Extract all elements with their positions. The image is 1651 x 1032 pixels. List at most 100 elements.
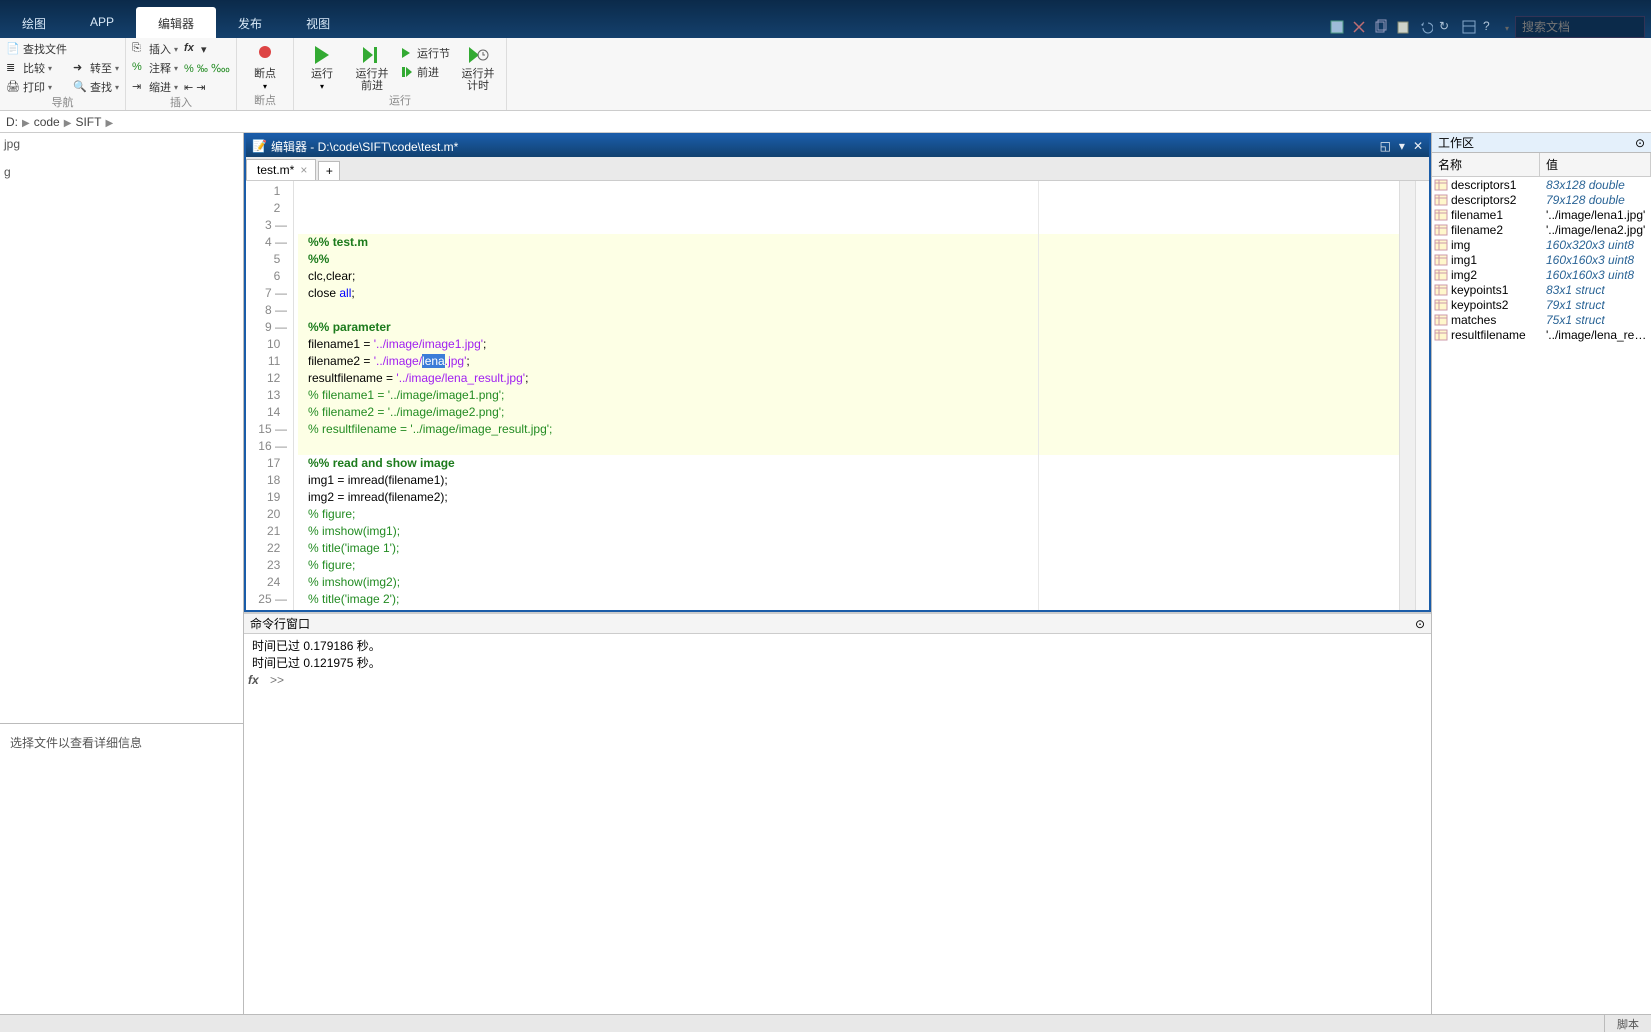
run-group-label: 运行 bbox=[300, 94, 500, 110]
breadcrumb-seg[interactable]: code bbox=[34, 115, 60, 129]
code-line[interactable]: % title('image 1'); bbox=[298, 540, 1399, 557]
tab-编辑器[interactable]: 编辑器 bbox=[136, 7, 216, 38]
workspace-row[interactable]: img1160x160x3 uint8 bbox=[1432, 252, 1651, 267]
compare-btn[interactable]: ≣比较 bbox=[6, 59, 67, 77]
close-tab-icon[interactable]: × bbox=[300, 163, 307, 177]
breadcrumb-seg[interactable]: SIFT bbox=[75, 115, 101, 129]
fx-btn[interactable]: fx▾ bbox=[184, 40, 230, 58]
paste-icon[interactable] bbox=[1395, 19, 1411, 35]
code-line[interactable]: resultfilename = '../image/lena_result.j… bbox=[298, 370, 1399, 387]
code-line[interactable]: % imshow(img1); bbox=[298, 523, 1399, 540]
tab-发布[interactable]: 发布 bbox=[216, 7, 284, 38]
breakpoint-btn[interactable]: 断点▾ bbox=[243, 40, 287, 94]
editor-scrollbar[interactable] bbox=[1399, 181, 1415, 610]
cmd-menu-icon[interactable]: ⊙ bbox=[1415, 617, 1425, 631]
breadcrumb-seg[interactable]: D: bbox=[6, 115, 18, 129]
fx-icon[interactable]: fx bbox=[248, 672, 259, 689]
tab-绘图[interactable]: 绘图 bbox=[0, 7, 68, 38]
restore-icon[interactable]: ◱ bbox=[1380, 139, 1391, 153]
variable-icon bbox=[1434, 269, 1448, 281]
print-btn[interactable]: 🖨打印 bbox=[6, 78, 67, 96]
workspace-row[interactable]: keypoints183x1 struct bbox=[1432, 282, 1651, 297]
new-tab-btn[interactable]: + bbox=[318, 161, 340, 180]
comment-btn[interactable]: %注释 bbox=[132, 59, 178, 77]
search-input[interactable] bbox=[1515, 16, 1645, 38]
file-browser[interactable]: jpg g bbox=[0, 133, 243, 724]
find-btn[interactable]: 🔍查找 bbox=[73, 78, 119, 96]
indent-btn[interactable]: ⇥缩进 bbox=[132, 78, 178, 96]
prompt: >> bbox=[270, 673, 284, 687]
code-line[interactable] bbox=[298, 438, 1399, 455]
code-line[interactable]: %% read and show image bbox=[298, 455, 1399, 472]
code-line[interactable]: % figure; bbox=[298, 506, 1399, 523]
workspace-row[interactable]: descriptors183x128 double bbox=[1432, 177, 1651, 192]
cut-icon[interactable] bbox=[1351, 19, 1367, 35]
code-line[interactable]: % filename1 = '../image/image1.png'; bbox=[298, 387, 1399, 404]
run-time-btn[interactable]: 运行并 计时 bbox=[456, 40, 500, 94]
workspace-row[interactable]: resultfilename'../image/lena_resul... bbox=[1432, 327, 1651, 342]
workspace-row[interactable]: keypoints279x1 struct bbox=[1432, 297, 1651, 312]
chevron-right-icon: ▶ bbox=[22, 118, 30, 129]
message-bar[interactable] bbox=[1415, 181, 1429, 610]
code-line[interactable]: close all; bbox=[298, 285, 1399, 302]
chevron-right-icon: ▶ bbox=[105, 118, 113, 129]
code-line[interactable]: % imshow(img2); bbox=[298, 574, 1399, 591]
breadcrumb[interactable]: D:▶code▶SIFT▶ bbox=[0, 111, 1651, 133]
layout-icon[interactable] bbox=[1461, 19, 1477, 35]
editor-icon: 📝 bbox=[252, 139, 267, 153]
code-line[interactable]: % filename2 = '../image/image2.png'; bbox=[298, 404, 1399, 421]
workspace-menu-icon[interactable]: ⊙ bbox=[1635, 136, 1645, 150]
variable-icon bbox=[1434, 194, 1448, 206]
run-btn[interactable]: 运行▾ bbox=[300, 40, 344, 94]
code-line[interactable]: img1 = imread(filename1); bbox=[298, 472, 1399, 489]
cmd-output-line: 时间已过 0.179186 秒。 bbox=[252, 638, 1423, 655]
workspace-row[interactable]: matches75x1 struct bbox=[1432, 312, 1651, 327]
workspace-row[interactable]: descriptors279x128 double bbox=[1432, 192, 1651, 207]
tab-APP[interactable]: APP bbox=[68, 7, 136, 38]
workspace-row[interactable]: img160x320x3 uint8 bbox=[1432, 237, 1651, 252]
code-line[interactable]: filename1 = '../image/image1.jpg'; bbox=[298, 336, 1399, 353]
code-line[interactable]: % resultfilename = '../image/image_resul… bbox=[298, 421, 1399, 438]
command-window-body[interactable]: 时间已过 0.179186 秒。 时间已过 0.121975 秒。 fx >> bbox=[244, 634, 1431, 1014]
code-area[interactable]: %% test.m %% clc,clear; close all; %% pa… bbox=[294, 181, 1399, 610]
workspace-row[interactable]: filename1'../image/lena1.jpg' bbox=[1432, 207, 1651, 222]
insert-btn[interactable]: ⎘插入 bbox=[132, 40, 178, 58]
redo-icon[interactable]: ↻ bbox=[1439, 19, 1455, 35]
code-line[interactable]: clc,clear; bbox=[298, 268, 1399, 285]
code-line[interactable]: % figure; bbox=[298, 557, 1399, 574]
code-line[interactable]: filename2 = '../image/lena.jpg'; bbox=[298, 353, 1399, 370]
copy-icon[interactable] bbox=[1373, 19, 1389, 35]
code-line[interactable] bbox=[298, 608, 1399, 610]
code-line[interactable]: %% bbox=[298, 251, 1399, 268]
close-editor-icon[interactable]: ✕ bbox=[1413, 139, 1423, 153]
dropdown-icon[interactable]: ▾ bbox=[1399, 139, 1405, 153]
workspace-row[interactable]: filename2'../image/lena2.jpg' bbox=[1432, 222, 1651, 237]
help-dropdown[interactable] bbox=[1505, 20, 1509, 34]
advance-btn[interactable]: 前进 bbox=[400, 63, 450, 81]
variable-icon bbox=[1434, 299, 1448, 311]
variable-icon bbox=[1434, 179, 1448, 191]
goto-btn[interactable]: ➜转至 bbox=[73, 59, 119, 77]
tab-视图[interactable]: 视图 bbox=[284, 7, 352, 38]
code-line[interactable]: %% parameter bbox=[298, 319, 1399, 336]
code-line[interactable]: %% test.m bbox=[298, 234, 1399, 251]
workspace-row[interactable]: img2160x160x3 uint8 bbox=[1432, 267, 1651, 282]
run-advance-btn[interactable]: 运行并 前进 bbox=[350, 40, 394, 94]
toolstrip-tabs: 绘图APP编辑器发布视图 ↻ ? bbox=[0, 0, 1651, 38]
comment-icons[interactable]: % ‰ ‱ bbox=[184, 59, 230, 77]
file-tab[interactable]: test.m* × bbox=[246, 159, 316, 180]
workspace-title: 工作区 bbox=[1438, 134, 1474, 151]
code-line[interactable]: img2 = imread(filename2); bbox=[298, 489, 1399, 506]
run-section-btn[interactable]: 运行节 bbox=[400, 44, 450, 62]
code-line[interactable]: % title('image 2'); bbox=[298, 591, 1399, 608]
save-icon[interactable] bbox=[1329, 19, 1345, 35]
indent-icons[interactable]: ⇤ ⇥ bbox=[184, 78, 230, 96]
workspace-header[interactable]: 名称 值 bbox=[1432, 153, 1651, 177]
find-files-btn[interactable]: 📄查找文件 bbox=[6, 40, 67, 58]
editor-panel: 📝 编辑器 - D:\code\SIFT\code\test.m* ◱ ▾ ✕ … bbox=[244, 133, 1431, 612]
code-line[interactable] bbox=[298, 302, 1399, 319]
undo-icon[interactable] bbox=[1417, 19, 1433, 35]
help-icon[interactable]: ? bbox=[1483, 19, 1499, 35]
line-gutter[interactable]: 1 2 3 —4 —5 6 7 —8 —9 —10 11 12 13 14 15… bbox=[246, 181, 294, 610]
status-bar: 脚本 bbox=[0, 1014, 1651, 1032]
